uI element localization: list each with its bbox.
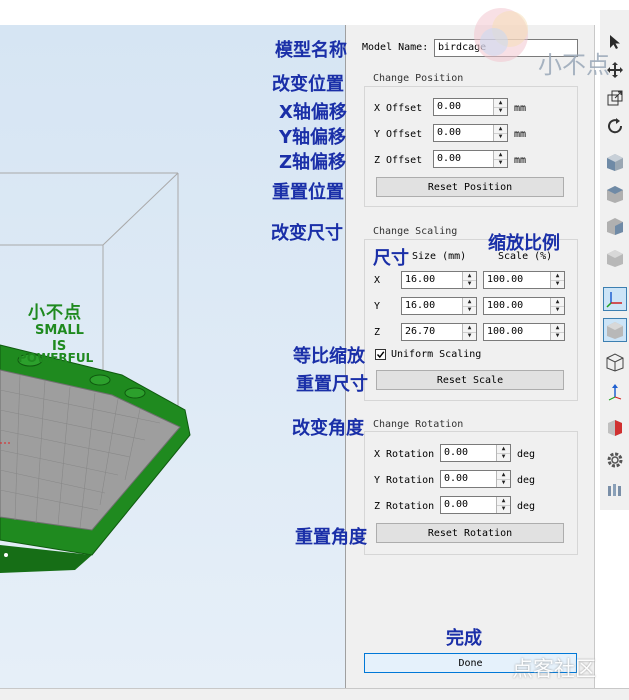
z-offset-label: Z Offset: [374, 155, 423, 166]
spin-down-icon[interactable]: ▼: [497, 479, 510, 487]
scale-z-spinbox[interactable]: 100.00 ▲ ▼: [483, 323, 565, 341]
spin-down-icon[interactable]: ▼: [463, 306, 476, 314]
x-offset-label: X Offset: [374, 103, 423, 114]
spin-down-icon[interactable]: ▼: [551, 280, 564, 288]
annotation-reset-angle: 重置角度: [295, 527, 367, 548]
y-rotation-spinbox[interactable]: 0.00 ▲ ▼: [440, 470, 511, 488]
annotation-size: 尺寸: [373, 248, 409, 269]
spin-down-icon[interactable]: ▼: [494, 107, 507, 115]
wireframe-cube-icon[interactable]: [603, 350, 627, 374]
z-axis-icon[interactable]: [603, 380, 627, 404]
annotation-scale-ratio: 缩放比例: [488, 233, 560, 254]
origin-marker: [4, 553, 8, 557]
watermark-bottom-text: 点客社区: [512, 657, 596, 681]
spin-down-icon[interactable]: ▼: [494, 133, 507, 141]
spin-down-icon[interactable]: ▼: [497, 453, 510, 461]
support-icon[interactable]: [603, 478, 627, 502]
model-text-powerful: POWERFUL: [18, 351, 94, 365]
size-x-spinbox[interactable]: 16.00 ▲ ▼: [401, 271, 477, 289]
spin-down-icon[interactable]: ▼: [497, 505, 510, 513]
annotation-done: 完成: [446, 628, 482, 649]
scale-y-spinbox[interactable]: 100.00 ▲ ▼: [483, 297, 565, 315]
watermark-top-text: 小不点: [538, 51, 610, 79]
spin-down-icon[interactable]: ▼: [551, 306, 564, 314]
right-toolbar: [600, 10, 629, 510]
annotation-model-name: 模型名称: [275, 40, 347, 61]
spin-down-icon[interactable]: ▼: [494, 159, 507, 167]
change-rotation-title: Change Rotation: [371, 419, 466, 430]
checkmark-icon: [376, 351, 385, 359]
y-offset-label: Y Offset: [374, 129, 423, 140]
y-offset-unit: mm: [514, 129, 527, 140]
annotation-reset-position: 重置位置: [272, 182, 344, 203]
annotation-y-offset: Y轴偏移: [279, 127, 347, 148]
annotation-z-offset: Z轴偏移: [279, 152, 347, 173]
x-offset-unit: mm: [514, 103, 527, 114]
y-offset-spinbox[interactable]: 0.00 ▲ ▼: [433, 124, 508, 142]
section-icon[interactable]: [603, 416, 627, 440]
z-offset-spinbox[interactable]: 0.00 ▲ ▼: [433, 150, 508, 168]
model-text-small: SMALL: [35, 323, 84, 338]
x-rotation-label: X Rotation: [374, 449, 435, 460]
bottom-strip: [0, 688, 629, 700]
view-cube-side-icon[interactable]: [603, 214, 627, 238]
spin-down-icon[interactable]: ▼: [463, 332, 476, 340]
y-rotation-unit: deg: [517, 475, 536, 486]
x-rotation-spinbox[interactable]: 0.00 ▲ ▼: [440, 444, 511, 462]
model-text-logo: 小不点: [28, 303, 82, 323]
view-cube-iso-icon[interactable]: [603, 246, 627, 270]
spin-down-icon[interactable]: ▼: [463, 280, 476, 288]
size-z-spinbox[interactable]: 26.70 ▲ ▼: [401, 323, 477, 341]
z-rotation-spinbox[interactable]: 0.00 ▲ ▼: [440, 496, 511, 514]
reset-scale-button[interactable]: Reset Scale: [376, 370, 564, 390]
axis-icon[interactable]: [603, 287, 627, 311]
uniform-scaling-label: Uniform Scaling: [391, 349, 482, 360]
annotation-x-offset: X轴偏移: [279, 102, 347, 123]
annotation-reset-size: 重置尺寸: [296, 374, 368, 395]
z-rotation-label: Z Rotation: [374, 501, 435, 512]
scale-axis-z-label: Z: [374, 327, 381, 338]
size-y-spinbox[interactable]: 16.00 ▲ ▼: [401, 297, 477, 315]
view-cube-top-icon[interactable]: [603, 182, 627, 206]
reset-rotation-button[interactable]: Reset Rotation: [376, 523, 564, 543]
view-cube-front-icon[interactable]: [603, 150, 627, 174]
change-scaling-title: Change Scaling: [371, 226, 460, 237]
x-offset-spinbox[interactable]: 0.00 ▲ ▼: [433, 98, 508, 116]
xiaobudian-logo: [468, 2, 538, 68]
scale-axis-y-label: Y: [374, 301, 381, 312]
scale-axis-x-label: X: [374, 275, 381, 286]
model-name-label: Model Name:: [362, 42, 429, 53]
scale-x-spinbox[interactable]: 100.00 ▲ ▼: [483, 271, 565, 289]
z-rotation-unit: deg: [517, 501, 536, 512]
annotation-change-position: 改变位置: [272, 74, 344, 95]
view-cube-selected-icon[interactable]: [603, 318, 627, 342]
annotation-change-size: 改变尺寸: [271, 223, 343, 244]
scale-icon[interactable]: [603, 86, 627, 110]
change-position-title: Change Position: [371, 73, 466, 84]
size-column-header: Size (mm): [412, 251, 467, 262]
spin-down-icon[interactable]: ▼: [551, 332, 564, 340]
x-rotation-unit: deg: [517, 449, 536, 460]
uniform-scaling-checkbox[interactable]: [375, 349, 386, 360]
reset-position-button[interactable]: Reset Position: [376, 177, 564, 197]
settings-gear-icon[interactable]: [603, 448, 627, 472]
z-offset-unit: mm: [514, 155, 527, 166]
annotation-uniform-scaling: 等比缩放: [293, 346, 365, 367]
y-rotation-label: Y Rotation: [374, 475, 435, 486]
rotate-icon[interactable]: [603, 114, 627, 138]
object-properties-panel: Model Name: birdcage Change Position X O…: [345, 25, 595, 688]
annotation-change-angle: 改变角度: [292, 418, 364, 439]
